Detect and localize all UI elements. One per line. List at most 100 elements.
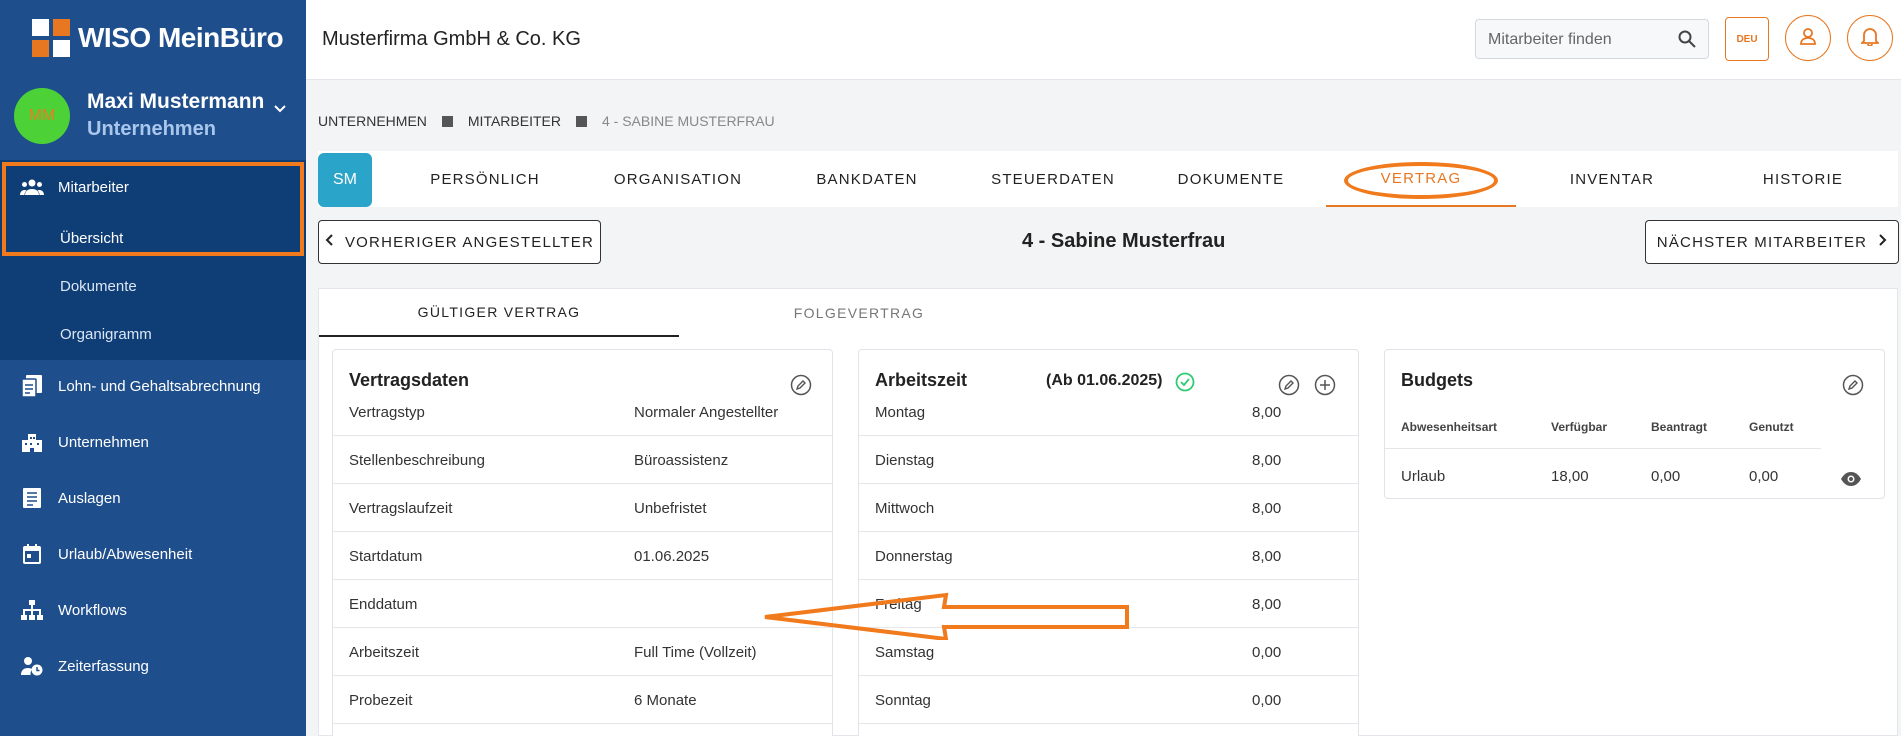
table-row: Probezeit 6 Monate: [333, 676, 832, 724]
tab-bankdaten[interactable]: BANKDATEN: [772, 151, 962, 207]
sidebar-subitem-organigramm[interactable]: Organigramm: [60, 326, 152, 343]
annotation-arrow: [764, 592, 1129, 640]
payroll-icon: [20, 374, 44, 398]
search-icon[interactable]: [1678, 30, 1696, 53]
table-row: Dienstag 8,00: [859, 436, 1358, 484]
employee-tabs: SM PERSÖNLICH ORGANISATION BANKDATEN STE…: [318, 151, 1898, 207]
sidebar-item-lohn[interactable]: Lohn- und Gehaltsabrechnung: [0, 366, 306, 406]
employee-title: 4 - Sabine Musterfrau: [1022, 230, 1226, 252]
bell-icon: [1859, 26, 1881, 51]
search-input[interactable]: Mitarbeiter finden: [1488, 31, 1612, 49]
tab-folgevertrag[interactable]: FOLGEVERTRAG: [679, 289, 1039, 337]
row-value: Full Time (Vollzeit): [634, 644, 757, 661]
row-value: Büroassistenz: [634, 452, 729, 469]
row-label: Stellenbeschreibung: [349, 452, 485, 469]
table-row: Vertragstyp Normaler Angestellter: [333, 388, 832, 436]
sidebar-item-urlaub[interactable]: Urlaub/Abwesenheit: [0, 534, 306, 574]
employee-avatar: SM: [318, 153, 372, 207]
chevron-down-icon[interactable]: [270, 98, 290, 118]
row-value: 0,00: [1252, 692, 1282, 709]
sidebar-item-unternehmen[interactable]: Unternehmen: [0, 422, 306, 462]
tab-organisation[interactable]: ORGANISATION: [583, 151, 773, 207]
row-label: Startdatum: [349, 548, 423, 565]
budget-beantragt: 0,00: [1651, 468, 1681, 485]
user-role: Unternehmen: [87, 118, 216, 140]
row-label: Enddatum: [349, 596, 418, 613]
row-value: 8,00: [1252, 404, 1282, 421]
user-switcher[interactable]: MM Maxi Mustermann Unternehmen: [14, 86, 294, 148]
row-label: Vertragslaufzeit: [349, 500, 453, 517]
previous-employee-button[interactable]: VORHERIGER ANGESTELLTER: [318, 220, 601, 264]
table-row: Startdatum 01.06.2025: [333, 532, 832, 580]
column-header: Abwesenheitsart: [1401, 420, 1498, 434]
table-row: Sonntag 0,00: [859, 676, 1358, 724]
sidebar-item-zeiterfassung[interactable]: Zeiterfassung: [0, 646, 306, 686]
breadcrumb-unternehmen[interactable]: UNTERNEHMEN: [318, 113, 427, 129]
budget-art: Urlaub: [1401, 468, 1446, 485]
employee-search[interactable]: Mitarbeiter finden: [1475, 19, 1709, 59]
row-value: 8,00: [1252, 500, 1282, 517]
edit-icon[interactable]: [1840, 372, 1866, 398]
next-employee-label: NÄCHSTER MITARBEITER: [1656, 233, 1868, 251]
time-tracking-icon: [20, 654, 44, 678]
tab-persoenlich[interactable]: PERSÖNLICH: [390, 151, 580, 207]
row-label: Probezeit: [349, 692, 413, 709]
company-name: Musterfirma GmbH & Co. KG: [322, 28, 581, 50]
profile-button[interactable]: [1785, 15, 1831, 61]
user-name: Maxi Mustermann: [87, 90, 265, 113]
row-label: Montag: [875, 404, 926, 421]
table-row: Arbeitszeit Full Time (Vollzeit): [333, 628, 832, 676]
row-value: 0,00: [1252, 644, 1282, 661]
person-icon: [1799, 27, 1817, 50]
annotation-highlight-box: [2, 162, 304, 256]
tab-dokumente[interactable]: DOKUMENTE: [1136, 151, 1326, 207]
receipt-icon: [20, 486, 44, 510]
tab-inventar[interactable]: INVENTAR: [1517, 151, 1707, 207]
next-employee-button[interactable]: NÄCHSTER MITARBEITER: [1645, 220, 1899, 264]
row-label: Vertragstyp: [349, 404, 425, 421]
workflow-icon: [20, 598, 44, 622]
header-divider: [1385, 448, 1821, 449]
row-label: Dienstag: [875, 452, 935, 469]
calendar-icon: [20, 542, 44, 566]
breadcrumb-current: 4 - SABINE MUSTERFRAU: [601, 113, 775, 129]
vertragsdaten-card: Vertragsdaten Vertragstyp Normaler Angest…: [332, 349, 833, 736]
app-logo[interactable]: WISO MeinBüro: [32, 18, 284, 58]
tab-historie[interactable]: HISTORIE: [1708, 151, 1898, 207]
row-value: 8,00: [1252, 548, 1282, 565]
card-title: Budgets: [1401, 370, 1473, 390]
notifications-button[interactable]: [1847, 15, 1893, 61]
table-row: Montag 8,00: [859, 388, 1358, 436]
user-avatar: MM: [14, 88, 70, 144]
sidebar-item-label: Unternehmen: [58, 433, 149, 451]
building-icon: [20, 430, 44, 454]
row-label: Sonntag: [875, 692, 931, 709]
row-value: 8,00: [1252, 596, 1282, 613]
sidebar-item-label: Zeiterfassung: [58, 657, 149, 675]
table-row: Mittwoch 8,00: [859, 484, 1358, 532]
tab-steuerdaten[interactable]: STEUERDATEN: [958, 151, 1148, 207]
column-header: Genutzt: [1749, 420, 1794, 434]
eye-icon[interactable]: [1838, 466, 1864, 492]
budget-verfuegbar: 18,00: [1551, 468, 1589, 485]
sidebar-item-label: Lohn- und Gehaltsabrechnung: [58, 377, 261, 395]
table-row: Enddatum: [333, 580, 832, 628]
chevron-right-icon: [1877, 233, 1887, 251]
budgets-card: Budgets Abwesenheitsart Verfügbar Beantr…: [1384, 349, 1885, 499]
row-label: Donnerstag: [875, 548, 953, 565]
language-button[interactable]: DEU: [1725, 17, 1769, 61]
budget-genutzt: 0,00: [1749, 468, 1779, 485]
row-label: Arbeitszeit: [349, 644, 420, 661]
breadcrumb: UNTERNEHMEN MITARBEITER 4 - SABINE MUSTE…: [318, 113, 775, 129]
sidebar-item-label: Workflows: [58, 601, 127, 619]
sidebar-subitem-dokumente[interactable]: Dokumente: [60, 278, 137, 295]
sidebar-item-label: Urlaub/Abwesenheit: [58, 545, 193, 563]
breadcrumb-separator: [575, 115, 587, 127]
table-row: Stellenbeschreibung Büroassistenz: [333, 436, 832, 484]
tab-gueltiger-vertrag[interactable]: GÜLTIGER VERTRAG: [319, 289, 679, 337]
column-header: Verfügbar: [1551, 420, 1608, 434]
sidebar-item-workflows[interactable]: Workflows: [0, 590, 306, 630]
row-value: 01.06.2025: [634, 548, 710, 565]
sidebar-item-auslagen[interactable]: Auslagen: [0, 478, 306, 518]
breadcrumb-mitarbeiter[interactable]: MITARBEITER: [468, 113, 561, 129]
